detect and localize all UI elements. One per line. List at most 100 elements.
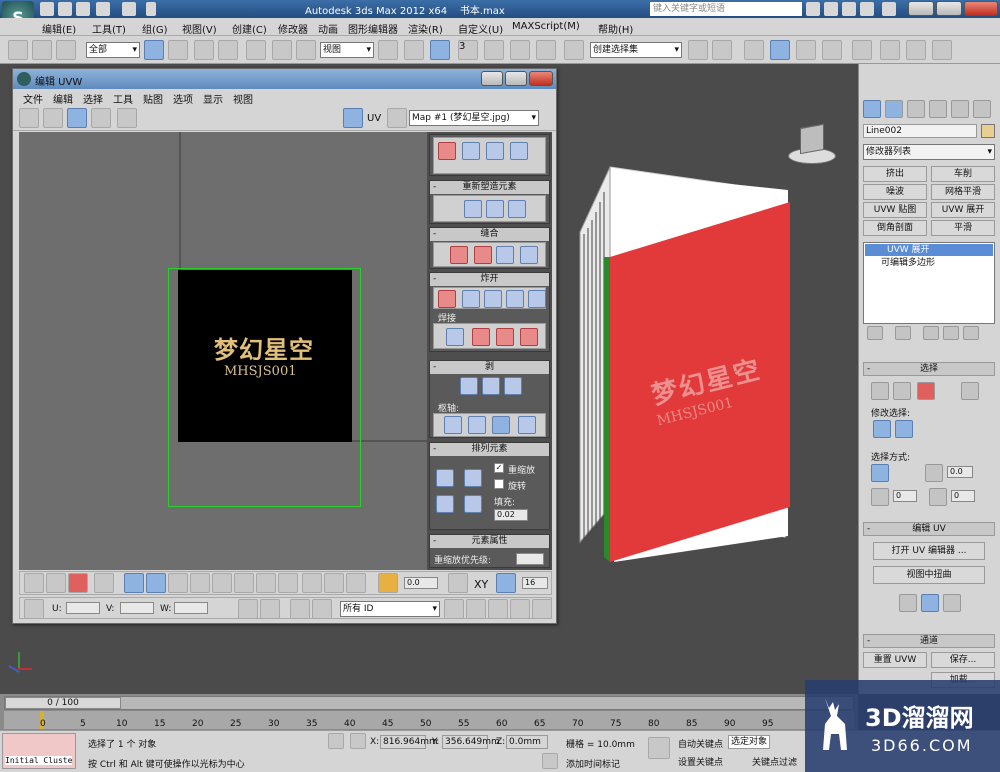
edge-distance-spinner[interactable]: 16 bbox=[522, 577, 548, 589]
explode-by-poly-icon[interactable] bbox=[462, 290, 480, 308]
add-time-tag[interactable]: 添加时间标记 bbox=[566, 757, 620, 770]
menu-tools[interactable]: 工具(T) bbox=[92, 21, 126, 36]
binoculars-icon[interactable] bbox=[806, 2, 820, 16]
uvw-scale-icon[interactable] bbox=[67, 108, 87, 128]
save-uvw-button[interactable]: 保存... bbox=[931, 652, 995, 668]
set-key-mode-icon[interactable] bbox=[648, 737, 670, 759]
map-combo[interactable]: Map #1 (梦幻星空.jpg) bbox=[409, 110, 539, 126]
select-manipulate-icon[interactable] bbox=[404, 40, 424, 60]
star-icon[interactable] bbox=[860, 2, 874, 16]
smoothing-group-spinner[interactable]: 0 bbox=[951, 490, 975, 502]
detach-icon[interactable] bbox=[528, 290, 546, 308]
peel-header[interactable]: 剥 bbox=[430, 361, 549, 374]
element-props-header[interactable]: 元素属性 bbox=[430, 535, 549, 548]
zoom-region-icon[interactable] bbox=[488, 599, 508, 619]
pin-auto-icon[interactable] bbox=[492, 416, 510, 434]
weld-selected-icon[interactable] bbox=[472, 328, 490, 346]
pin-icon[interactable] bbox=[444, 416, 462, 434]
modify-tab-icon[interactable] bbox=[885, 100, 903, 118]
select-by-material-icon[interactable] bbox=[871, 488, 889, 506]
uvw-freeform-icon[interactable] bbox=[91, 108, 111, 128]
loop-grow-icon[interactable] bbox=[234, 573, 254, 593]
select-face-icon[interactable] bbox=[68, 573, 88, 593]
tweak-in-view-button[interactable]: 视图中扭曲 bbox=[873, 566, 985, 584]
hide-icon[interactable] bbox=[260, 599, 280, 619]
absolute-offset-icon[interactable] bbox=[24, 599, 44, 619]
uvw-checker-icon[interactable] bbox=[343, 108, 363, 128]
paint-grow-icon[interactable] bbox=[346, 573, 366, 593]
lock-icon[interactable] bbox=[238, 599, 258, 619]
menu-edit[interactable]: 编辑(E) bbox=[42, 21, 76, 36]
motion-tab-icon[interactable] bbox=[929, 100, 947, 118]
stitch-avg-icon[interactable] bbox=[474, 246, 492, 264]
selection-filter-combo[interactable]: 全部 bbox=[86, 42, 140, 58]
unwrap-uvw-button[interactable]: UVW 展开 bbox=[931, 202, 995, 218]
paint-select-icon[interactable] bbox=[302, 573, 322, 593]
key-filters-button[interactable]: 关键点过滤 bbox=[752, 755, 797, 768]
layer-manager-icon[interactable] bbox=[744, 40, 764, 60]
uvw-menu-options[interactable]: 选项 bbox=[173, 91, 193, 106]
uvw-show-map-icon[interactable] bbox=[387, 108, 407, 128]
set-key-button[interactable]: 设置关键点 bbox=[678, 755, 723, 768]
edit-named-sel-icon[interactable] bbox=[564, 40, 584, 60]
select-object-icon[interactable] bbox=[144, 40, 164, 60]
align-icon[interactable] bbox=[712, 40, 732, 60]
ring-plus-icon[interactable] bbox=[190, 573, 210, 593]
uvw-close-button[interactable] bbox=[529, 71, 553, 86]
schematic-view-icon[interactable] bbox=[822, 40, 842, 60]
menu-create[interactable]: 创建(C) bbox=[232, 21, 267, 36]
smooth-button[interactable]: 平滑 bbox=[931, 220, 995, 236]
select-by-name-icon[interactable] bbox=[168, 40, 188, 60]
zoom-icon[interactable] bbox=[466, 599, 486, 619]
quick-peel-icon[interactable] bbox=[460, 377, 478, 395]
snap-toggle-icon[interactable]: 3 bbox=[458, 40, 478, 60]
menu-rendering[interactable]: 渲染(R) bbox=[408, 21, 443, 36]
quick-map-icon[interactable] bbox=[921, 594, 939, 612]
rotate-checkbox[interactable] bbox=[494, 479, 504, 489]
zoom-extents-icon[interactable] bbox=[510, 599, 530, 619]
selection-lock-icon[interactable] bbox=[328, 733, 344, 749]
graphite-toggle-icon[interactable] bbox=[770, 40, 790, 60]
lathe-button[interactable]: 车削 bbox=[931, 166, 995, 182]
relax-icon[interactable] bbox=[486, 200, 504, 218]
select-vertex-mode-icon[interactable] bbox=[871, 382, 889, 400]
rect-selection-icon[interactable] bbox=[194, 40, 214, 60]
utilities-tab-icon[interactable] bbox=[973, 100, 991, 118]
configure-sets-icon[interactable] bbox=[963, 326, 979, 340]
ref-coord-combo[interactable]: 视图 bbox=[320, 42, 374, 58]
mirror-icon[interactable] bbox=[688, 40, 708, 60]
select-by-angle-icon[interactable] bbox=[925, 464, 943, 482]
id-filter-combo[interactable]: 所有 ID bbox=[340, 601, 440, 617]
select-by-element-icon[interactable] bbox=[871, 464, 889, 482]
redo-icon[interactable] bbox=[122, 2, 136, 16]
uvw-menu-tools[interactable]: 工具 bbox=[113, 91, 133, 106]
angle-snap-icon[interactable] bbox=[484, 40, 504, 60]
uvw-maximize-button[interactable] bbox=[505, 71, 527, 86]
stack-item-unwrap-uvw[interactable]: UVW 展开 bbox=[865, 244, 993, 256]
uvw-minimize-button[interactable] bbox=[481, 71, 503, 86]
maximize-button[interactable] bbox=[936, 1, 962, 16]
stitch-header[interactable]: 缝合 bbox=[430, 228, 549, 241]
help-icon[interactable] bbox=[882, 2, 896, 16]
loop-icon[interactable] bbox=[168, 573, 188, 593]
ring-minus-icon[interactable] bbox=[212, 573, 232, 593]
rescale-checkbox[interactable]: ✓ bbox=[494, 463, 504, 473]
uvw-move-icon[interactable] bbox=[19, 108, 39, 128]
bind-spacewarp-icon[interactable] bbox=[56, 40, 76, 60]
subscription-icon[interactable] bbox=[824, 2, 838, 16]
modifier-list-combo[interactable]: 修改器列表 bbox=[863, 144, 995, 160]
create-tab-icon[interactable] bbox=[863, 100, 881, 118]
select-vertex-icon[interactable] bbox=[24, 573, 44, 593]
edge-distance-icon[interactable] bbox=[496, 573, 516, 593]
pack-together-icon[interactable] bbox=[436, 495, 454, 513]
shrink-selection-icon[interactable] bbox=[895, 420, 913, 438]
search-input[interactable]: 键入关键字或短语 bbox=[650, 2, 802, 16]
snap-icon[interactable] bbox=[532, 599, 552, 619]
render-setup-icon[interactable] bbox=[880, 40, 900, 60]
uvw-mirror-icon[interactable] bbox=[117, 108, 137, 128]
select-edge-mode-icon[interactable] bbox=[893, 382, 911, 400]
unpin-icon[interactable] bbox=[468, 416, 486, 434]
display-tab-icon[interactable] bbox=[951, 100, 969, 118]
book-model[interactable]: 梦幻星空 MHSJS001 bbox=[570, 162, 800, 562]
explode-header[interactable]: 炸开 bbox=[430, 273, 549, 286]
